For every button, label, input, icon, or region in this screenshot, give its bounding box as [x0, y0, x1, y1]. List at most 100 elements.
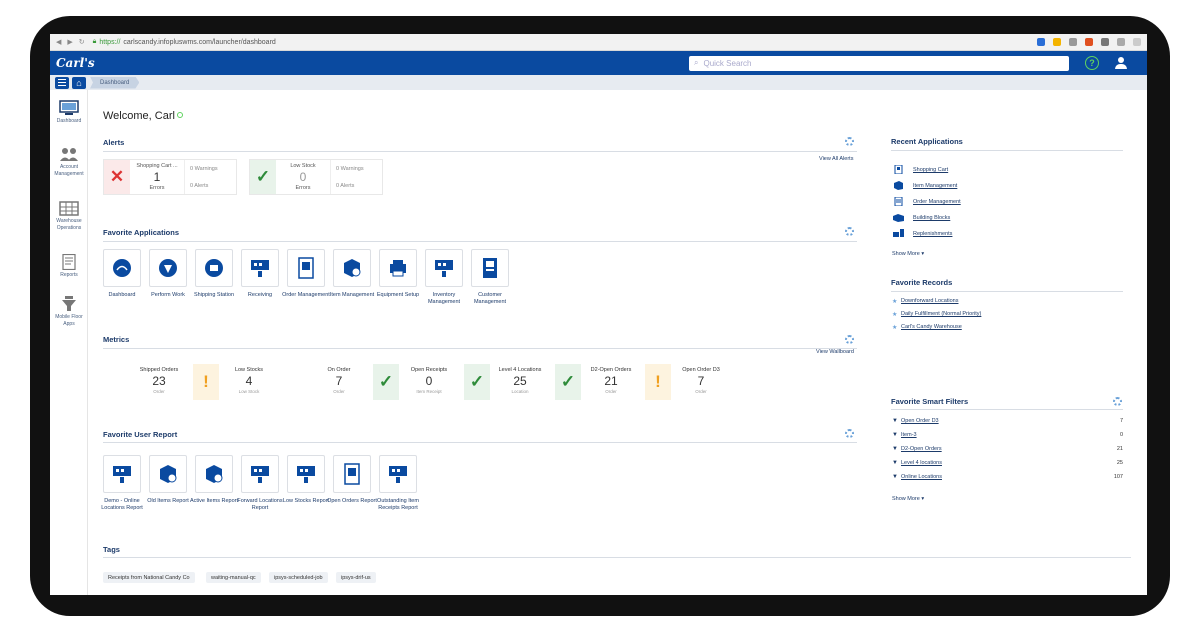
inventory-management-icon — [435, 260, 453, 277]
metric-value: 23 — [152, 374, 166, 388]
recent-app-link[interactable]: Item Management — [913, 183, 957, 189]
metric-card[interactable]: ✓ Open Receipts 0 Item Receipt — [373, 364, 459, 400]
tag-chip[interactable]: Receipts from National Candy Co — [103, 572, 195, 583]
smart-filter-link[interactable]: D2-Open Orders — [901, 446, 942, 452]
extension-icon[interactable] — [1101, 38, 1109, 46]
tag-chip[interactable]: ipsys-drif-us — [336, 572, 376, 583]
gear-icon[interactable] — [845, 429, 854, 438]
view-all-alerts-link[interactable]: View All Alerts — [819, 156, 853, 162]
hamburger-menu-button[interactable] — [55, 76, 69, 89]
nav-item-dashboard[interactable]: Dashboard — [50, 100, 88, 125]
report-tile[interactable] — [103, 455, 141, 493]
nav-item-warehouse-operations[interactable]: Warehouse Operations — [50, 200, 88, 231]
app-tile-item-management[interactable] — [333, 249, 371, 287]
metric-card[interactable]: On Order 7 Order — [283, 364, 369, 400]
tag-chip[interactable]: ipsys-scheduled-job — [269, 572, 328, 583]
app-tile-shipping-station[interactable] — [195, 249, 233, 287]
metric-card[interactable]: Shipped Orders 23 Order — [103, 364, 189, 400]
menu-icon[interactable] — [1133, 38, 1141, 46]
report-tile[interactable] — [379, 455, 417, 493]
blank-flag — [283, 364, 309, 400]
address-bar[interactable]: 🔒︎ https://carlscandy.infopluswms.com/la… — [93, 38, 1037, 46]
favorite-applications-title: Favorite Applications — [103, 228, 179, 237]
metric-card[interactable]: ! Low Stocks 4 Low Stock — [193, 364, 279, 400]
recent-app-link[interactable]: Building Blocks — [913, 215, 950, 221]
report-tile-label: Active Items Report — [190, 498, 238, 504]
metric-card[interactable]: ✓ Level 4 Locations 25 Location — [464, 364, 550, 400]
warning-icon: ! — [193, 364, 219, 400]
app-tile-inventory-management[interactable] — [425, 249, 463, 287]
favorite-user-report-title: Favorite User Report — [103, 430, 178, 439]
app-tile-equipment-setup[interactable] — [379, 249, 417, 287]
favorite-record-link[interactable]: Carl's Candy Warehouse — [901, 324, 962, 330]
show-more-label: Show More — [892, 251, 920, 257]
metric-unit: Order — [333, 389, 345, 394]
gear-icon[interactable] — [845, 227, 854, 236]
gear-icon[interactable] — [845, 335, 854, 344]
metric-card[interactable]: ✓ D2-Open Orders 21 Order — [555, 364, 641, 400]
alert-count: 0 — [299, 170, 307, 184]
app-tile-order-management[interactable] — [287, 249, 325, 287]
info-icon[interactable] — [176, 112, 183, 118]
app-tile-customer-management[interactable] — [471, 249, 509, 287]
forward-icon[interactable]: ▶ — [67, 38, 72, 46]
quick-search-input[interactable]: ⌕ Quick Search — [689, 55, 1069, 71]
report-tile-label: Low Stocks Report — [282, 498, 330, 504]
smart-filter-link[interactable]: Item-3 — [901, 432, 917, 438]
brand-logo[interactable]: Carl's — [56, 56, 96, 70]
blank-flag — [103, 364, 129, 400]
extension-icon[interactable] — [1085, 38, 1093, 46]
app-tile-perform-work[interactable] — [149, 249, 187, 287]
report-tile[interactable] — [195, 455, 233, 493]
smart-filter-link[interactable]: Level 4 locations — [901, 460, 942, 466]
back-icon[interactable]: ◀ — [56, 38, 61, 46]
report-icon — [160, 465, 177, 483]
smart-filter-link[interactable]: Open Order D3 — [901, 418, 939, 424]
recent-app-link[interactable]: Order Management — [913, 199, 961, 205]
alert-count: 1 — [153, 170, 161, 184]
alert-alerts: 0 Alerts — [190, 182, 209, 189]
report-tile[interactable] — [241, 455, 279, 493]
breadcrumb-dashboard[interactable]: Dashboard — [90, 76, 140, 89]
metric-label: Open Receipts — [410, 367, 448, 373]
tag-chip[interactable]: waiting-manual-qc — [206, 572, 261, 583]
recent-app-link[interactable]: Replenishments — [913, 231, 952, 237]
favorite-record-link[interactable]: Downforward Locations — [901, 298, 958, 304]
alert-card-low-stock[interactable]: ✓ Low Stock 0 Errors 0 Warnings 0 Alerts — [249, 159, 383, 195]
gear-icon[interactable] — [1113, 397, 1122, 406]
alert-card-shopping-cart[interactable]: ✕ Shopping Cart ... 1 Errors 0 Warnings 0 A… — [103, 159, 237, 195]
reload-icon[interactable]: ↻ — [79, 38, 85, 46]
app-tile-label: Order Management — [282, 292, 330, 298]
right-panel: Recent Applications Shopping Cart Item M… — [891, 90, 1131, 595]
check-icon: ✓ — [250, 160, 276, 194]
gear-icon[interactable] — [845, 137, 854, 146]
extension-icon[interactable] — [1069, 38, 1077, 46]
show-more-filters-button[interactable]: Show More ▾ — [892, 496, 924, 502]
report-tile[interactable] — [333, 455, 371, 493]
metric-unit: Item Receipt — [416, 389, 442, 394]
view-wallboard-link[interactable]: View Wallboard — [816, 349, 854, 355]
check-icon: ✓ — [373, 364, 399, 400]
divider — [103, 151, 857, 152]
nav-item-account-management[interactable]: Account Management — [50, 146, 88, 177]
user-icon[interactable] — [1115, 57, 1127, 69]
app-tile-receiving[interactable] — [241, 249, 279, 287]
alert-name: Shopping Cart ... — [136, 163, 178, 169]
show-more-recent-button[interactable]: Show More ▾ — [892, 251, 924, 257]
metric-card[interactable]: ! Open Order D3 7 Order — [645, 364, 731, 400]
star-icon[interactable] — [1037, 38, 1045, 46]
recent-app-link[interactable]: Shopping Cart — [913, 167, 948, 173]
help-icon[interactable]: ? — [1085, 56, 1099, 70]
smart-filter-count: 0 — [1119, 432, 1123, 438]
home-icon[interactable]: ⌂ — [72, 76, 86, 89]
app-tile-dashboard[interactable] — [103, 249, 141, 287]
extension-icon[interactable] — [1053, 38, 1061, 46]
report-tile[interactable] — [287, 455, 325, 493]
favorite-record-link[interactable]: Daily Fulfillment (Normal Priority) — [901, 311, 981, 317]
nav-item-reports[interactable]: Reports — [50, 254, 88, 279]
extension-icon[interactable] — [1117, 38, 1125, 46]
smart-filter-count: 25 — [1116, 460, 1123, 466]
nav-item-mobile-floor-apps[interactable]: Mobile Floor Apps — [50, 296, 88, 327]
smart-filter-link[interactable]: Online Locations — [901, 474, 942, 480]
report-tile[interactable] — [149, 455, 187, 493]
